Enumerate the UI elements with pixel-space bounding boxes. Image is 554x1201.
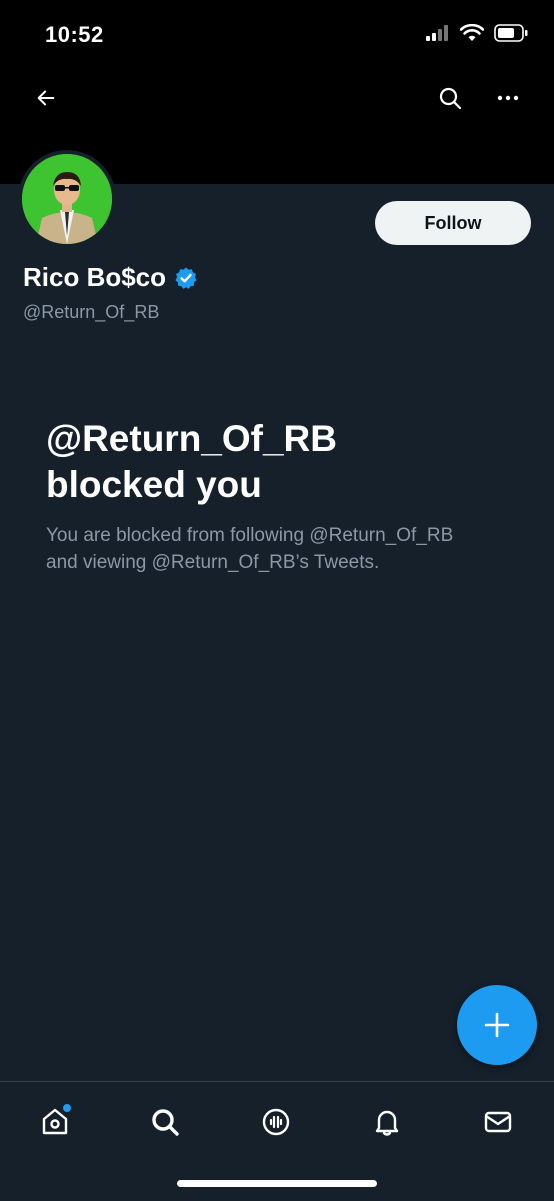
status-bar: 10:52: [0, 0, 554, 70]
search-button[interactable]: [430, 78, 470, 118]
blocked-description: You are blocked from following @Return_O…: [46, 522, 516, 576]
blocked-desc-line1: You are blocked from following @Return_O…: [46, 525, 454, 546]
status-time: 10:52: [45, 22, 104, 47]
profile-handle: @Return_Of_RB: [23, 302, 160, 322]
cellular-signal-icon: [426, 25, 448, 41]
verified-badge-icon: [175, 267, 197, 289]
avatar-image: [22, 154, 112, 244]
profile-name-row: Rico Bo$co: [23, 262, 198, 293]
blocked-title: @Return_Of_RB blocked you: [46, 416, 516, 508]
avatar[interactable]: [18, 150, 116, 248]
more-horizontal-icon: [497, 95, 519, 101]
notification-dot: [61, 1102, 73, 1114]
display-name: Rico Bo$co: [23, 262, 167, 292]
blocked-title-line1: @Return_Of_RB: [46, 418, 337, 459]
wifi-icon: [460, 24, 484, 41]
blocked-desc-line2: and viewing @Return_Of_RB’s Tweets.: [46, 552, 380, 573]
tab-spaces[interactable]: [254, 1100, 298, 1144]
search-icon: [152, 1109, 179, 1136]
compose-tweet-button[interactable]: [457, 985, 537, 1065]
status-icons: [426, 24, 528, 42]
battery-icon: [494, 24, 528, 42]
tab-notifications[interactable]: [365, 1100, 409, 1144]
back-button[interactable]: [26, 78, 66, 118]
tab-search[interactable]: [143, 1100, 187, 1144]
tab-messages[interactable]: [476, 1100, 520, 1144]
bell-icon: [375, 1110, 399, 1136]
tab-home[interactable]: [33, 1100, 77, 1144]
blocked-title-line2: blocked you: [46, 464, 262, 505]
home-indicator: [177, 1180, 377, 1187]
mail-icon: [484, 1111, 512, 1133]
more-button[interactable]: [488, 78, 528, 118]
search-icon: [439, 87, 462, 110]
top-nav: [0, 70, 554, 126]
spaces-icon: [262, 1108, 290, 1136]
plus-icon: [484, 1012, 510, 1038]
follow-button[interactable]: Follow: [375, 201, 531, 245]
arrow-left-icon: [37, 90, 55, 106]
